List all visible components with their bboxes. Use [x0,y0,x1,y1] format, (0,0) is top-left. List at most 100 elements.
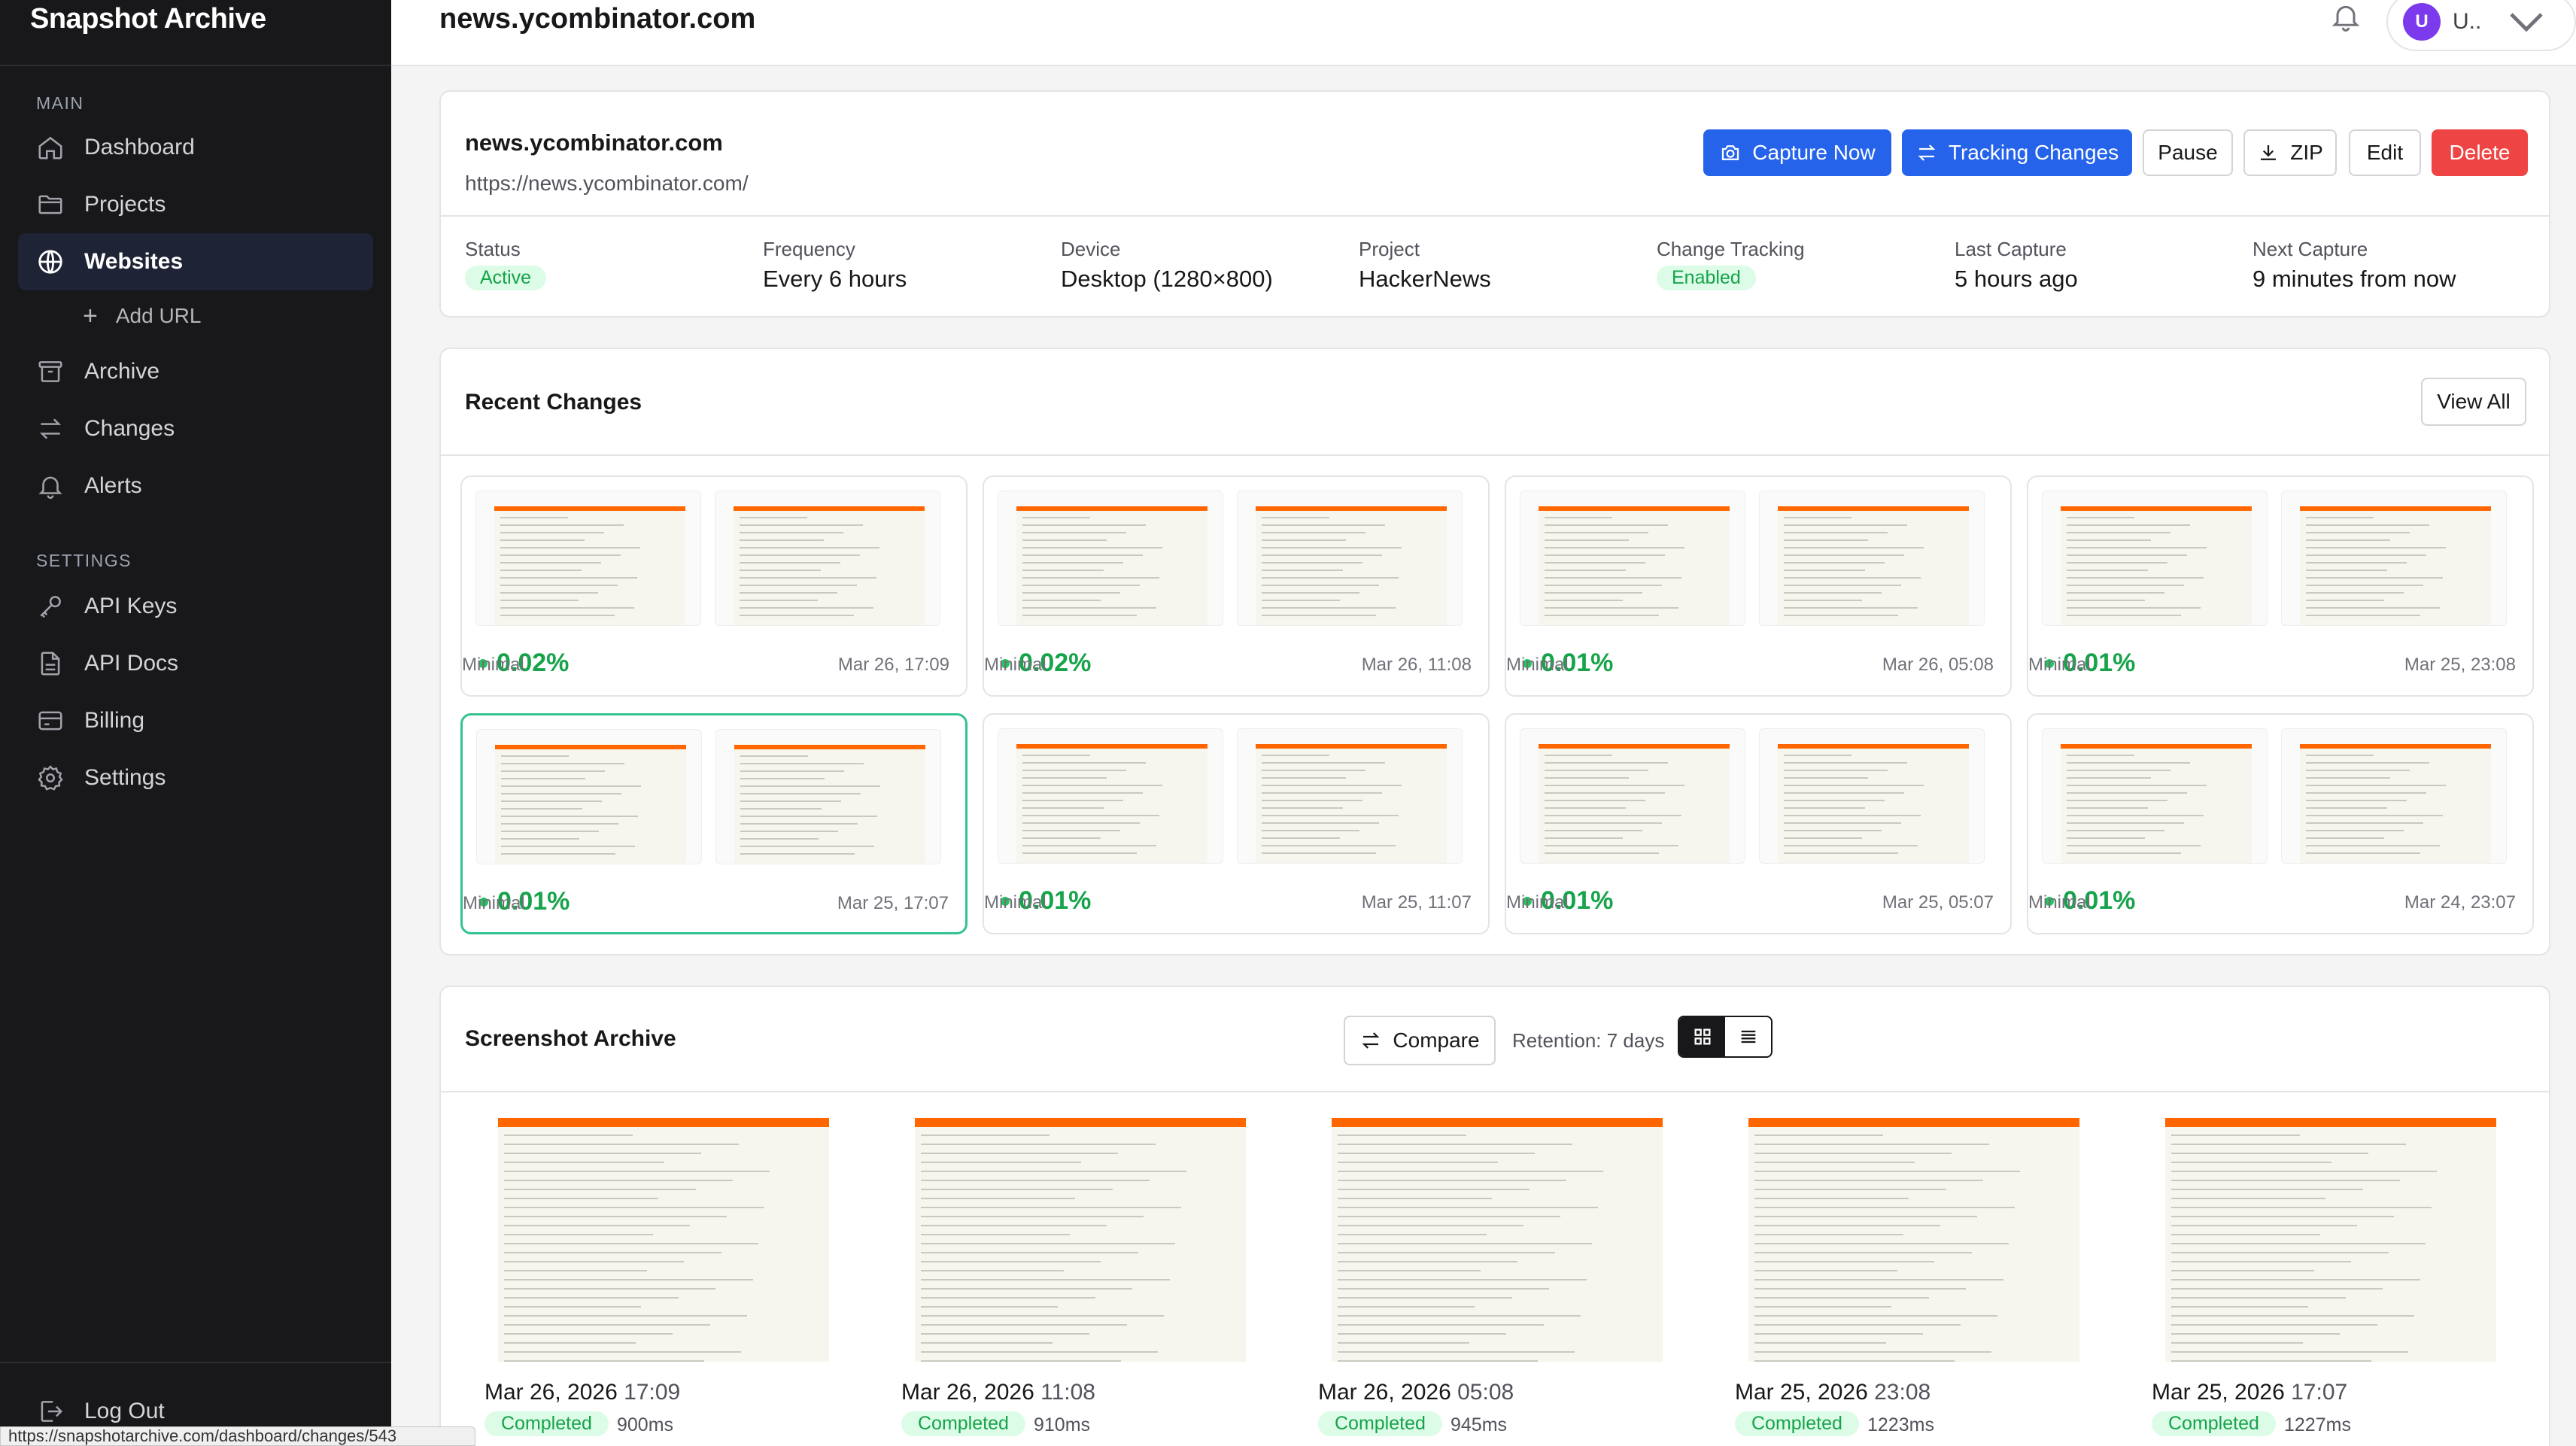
page-text-line [2067,785,2207,786]
screenshot-preview [495,745,686,864]
sidebar-item-changes[interactable]: Changes [18,400,373,457]
capture-duration: 910ms [1034,1414,1091,1435]
page-text-line [1022,539,1107,541]
capture-now-button[interactable]: Capture Now [1703,129,1891,176]
sidebar-item-archive[interactable]: Archive [18,343,373,400]
page-text-line [1262,785,1402,786]
sidebar-item-api-keys[interactable]: API Keys [18,578,373,635]
edit-button[interactable]: Edit [2349,129,2421,176]
page-text-line [1022,822,1140,824]
screenshot-thumbnail[interactable] [2165,1118,2496,1362]
zip-download-button[interactable]: ZIP [2243,129,2337,176]
page-text-line [1262,845,1396,846]
bell-icon [38,476,62,500]
page-text-line [2306,837,2384,839]
page-text-line [2171,1162,2331,1163]
website-url[interactable]: https://news.ycombinator.com/ [465,172,749,196]
page-text-line [2306,539,2390,541]
page-text-line [921,1351,1159,1353]
stat-value: 9 minutes from now [2252,266,2456,292]
pause-button[interactable]: Pause [2143,129,2233,176]
change-level: Minimal [463,893,525,913]
change-level: Minimal [1506,655,1569,675]
screenshot-thumbnail[interactable] [1332,1118,1663,1362]
change-tile[interactable]: 0.01% Minimal Mar 24, 23:07 [2027,713,2534,934]
page-text-line [1338,1189,1530,1190]
page-text-line [2306,815,2443,816]
chevron-down-icon [2510,13,2544,32]
screenshot-thumbnail[interactable] [915,1118,1246,1362]
page-text-line [921,1279,1170,1280]
sidebar-item-label: API Docs [84,651,179,676]
change-tile[interactable]: 0.02% Minimal Mar 26, 17:09 [460,475,968,697]
page-text-line [2171,1333,2341,1335]
change-tile[interactable]: 0.02% Minimal Mar 26, 11:08 [983,475,1490,697]
sidebar-item-add-url[interactable]: + Add URL [83,295,201,337]
sidebar-item-projects[interactable]: Projects [18,176,373,233]
page-text-line [1784,755,1852,756]
page-text-line [500,539,585,541]
sidebar-item-settings[interactable]: Settings [18,749,373,807]
change-tile[interactable]: 0.01% Minimal Mar 25, 05:07 [1505,713,2012,934]
change-level: Minimal [984,892,1046,913]
page-text-line [500,615,615,616]
sidebar-item-alerts[interactable]: Alerts [18,457,373,515]
sidebar-item-api-docs[interactable]: API Docs [18,635,373,692]
page-text-line [1022,755,1090,756]
sidebar-item-billing[interactable]: Billing [18,692,373,749]
arrows-swap-icon [39,418,62,439]
page-text-line [504,1180,733,1181]
screenshot-preview [1016,506,1208,625]
change-tile[interactable]: 0.01% Minimal Mar 25, 17:07 [460,713,968,934]
change-tile[interactable]: 0.01% Minimal Mar 25, 11:07 [983,713,1490,934]
page-text-line [740,562,840,564]
tracking-changes-button[interactable]: Tracking Changes [1902,129,2132,176]
page-text-line [1262,570,1343,571]
page-text-line [2306,822,2423,824]
page-text-line [921,1360,1121,1362]
change-date: Mar 26, 11:08 [1361,655,1472,675]
page-text-line [1545,607,1678,609]
page-text-line [1545,837,1623,839]
screenshot-thumbnail[interactable] [1748,1118,2079,1362]
page-text-line [740,838,819,840]
page-text-line [2067,524,2190,526]
change-thumbnail-before [475,491,701,626]
page-text-line [740,823,858,825]
view-all-button[interactable]: View All [2421,378,2526,426]
brand-logo[interactable]: Snapshot Archive [30,3,266,35]
page-text-line [1022,777,1107,779]
stat-last-capture: Last Capture 5 hours ago [1955,238,2078,293]
page-text-line [2171,1225,2357,1226]
stat-device: Device Desktop (1280×800) [1061,238,1273,293]
page-text-line [504,1351,742,1353]
page-text-line [1784,615,1898,616]
page-text-line [1262,547,1402,548]
sidebar-item-dashboard[interactable]: Dashboard [18,119,373,176]
grid-view-button[interactable] [1679,1017,1725,1056]
notification-bell-icon[interactable] [2329,0,2362,36]
change-date: Mar 25, 23:08 [2404,655,2516,675]
page-text-line [1754,1342,1886,1344]
page-text-line [1545,615,1659,616]
sidebar-item-websites[interactable]: Websites [18,233,373,290]
delete-button[interactable]: Delete [2432,129,2528,176]
list-view-button[interactable] [1725,1017,1771,1056]
change-tile[interactable]: 0.01% Minimal Mar 25, 23:08 [2027,475,2534,697]
page-text-line [501,800,602,802]
user-menu[interactable]: U U.. [2386,0,2576,51]
page-text-line [1545,770,1648,771]
page-text-line [1022,577,1159,579]
page-text-line [921,1216,1144,1217]
compare-button[interactable]: Compare [1344,1016,1496,1065]
page-text-line [2306,532,2410,533]
change-tile[interactable]: 0.01% Minimal Mar 26, 05:08 [1505,475,2012,697]
page-text-line [1545,562,1645,564]
screenshot-thumbnail[interactable] [498,1118,829,1362]
page-text-line [2306,524,2429,526]
page-text-line [2067,845,2201,846]
page-text-line [2171,1270,2314,1271]
page-text-line [504,1333,673,1335]
page-text-line [740,846,874,847]
page-text-line [921,1198,1076,1199]
